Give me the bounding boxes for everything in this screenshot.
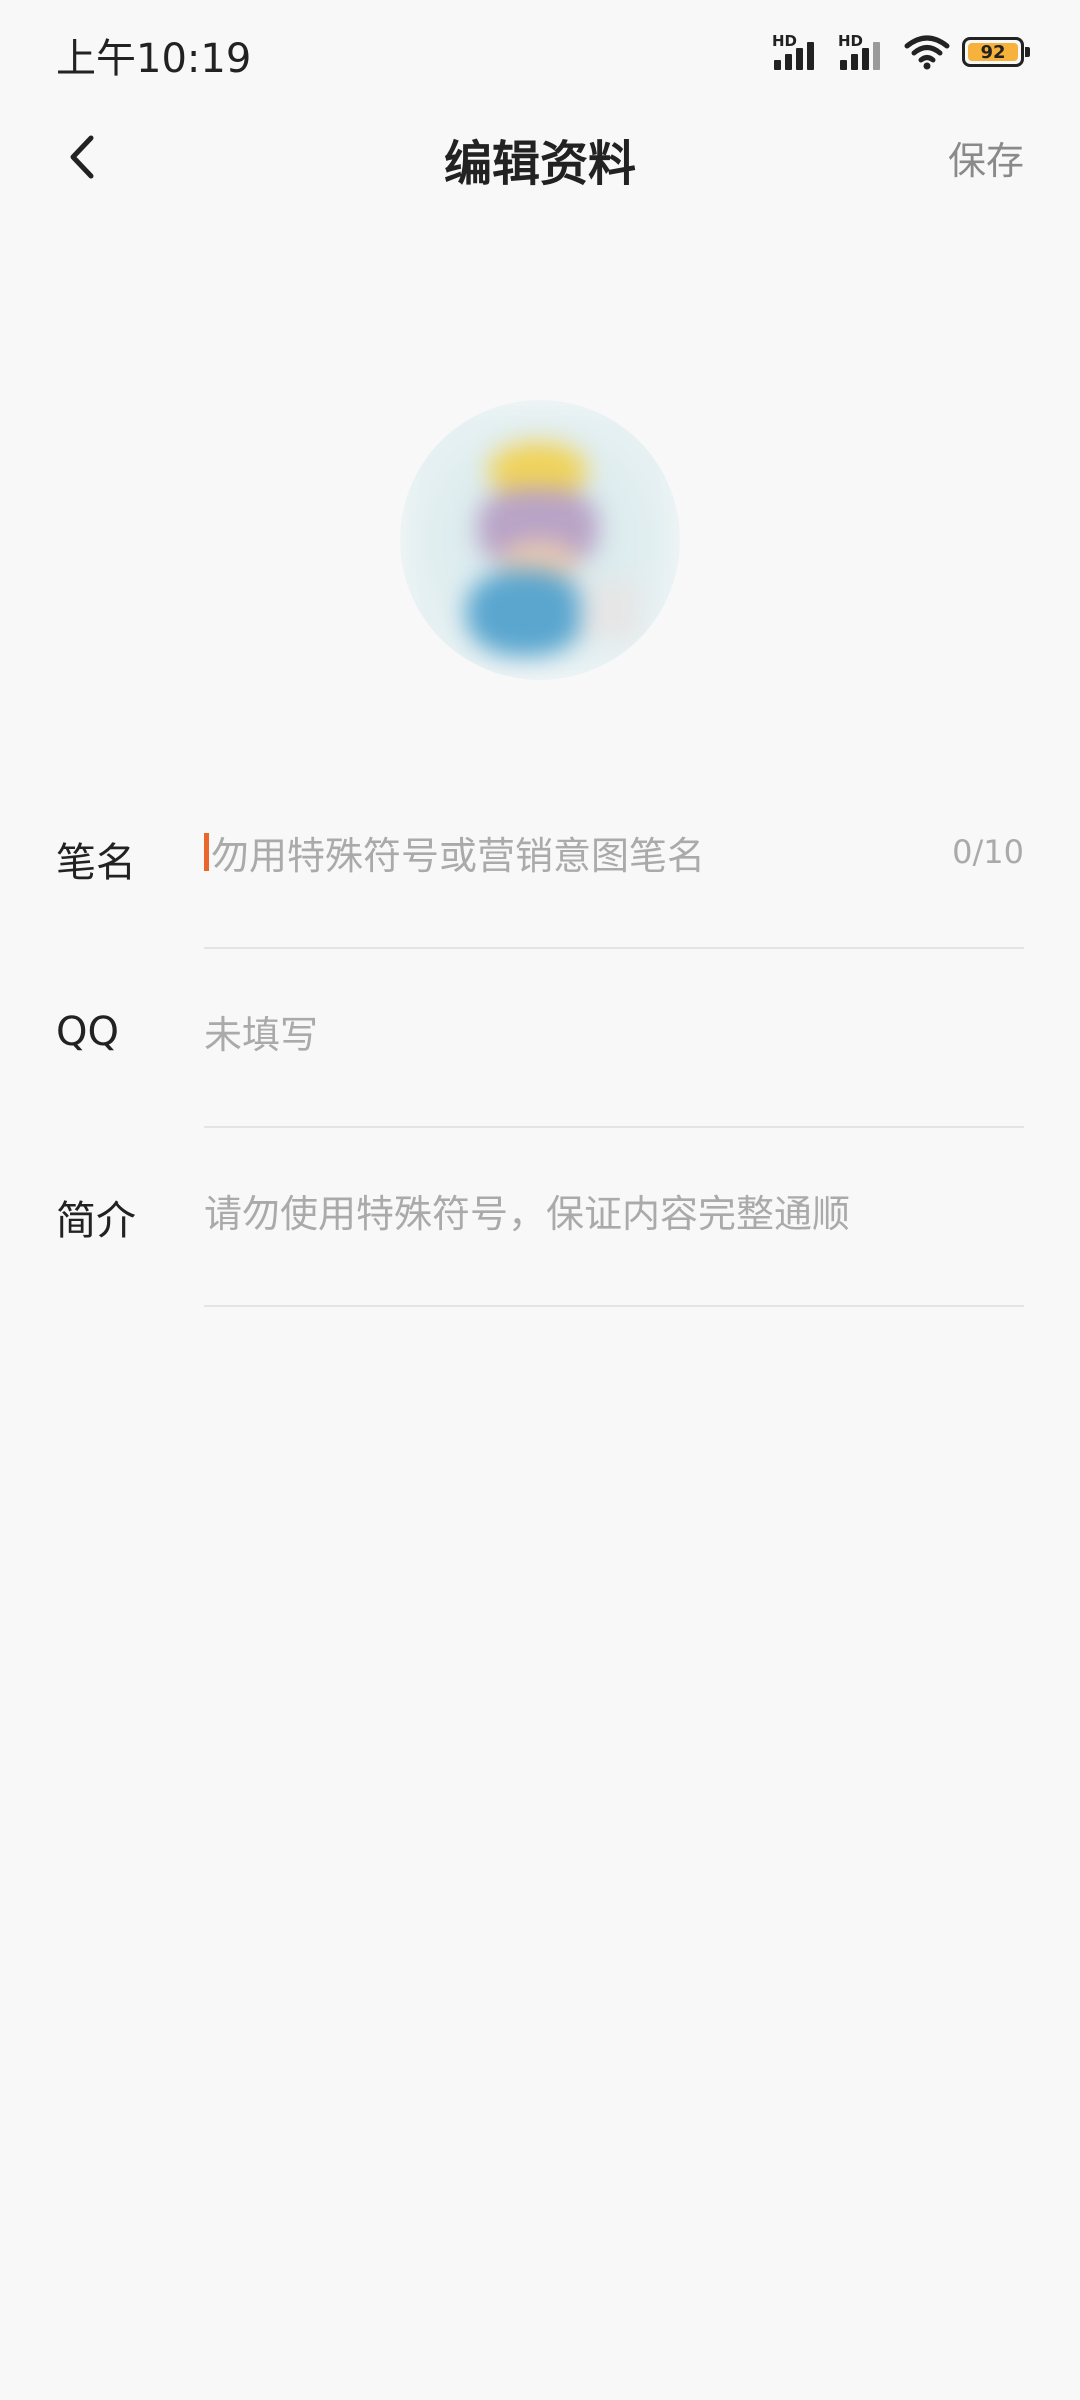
qq-input[interactable]: 未填写	[204, 999, 1024, 1063]
cellular-signal-icon: HD	[838, 32, 892, 72]
intro-placeholder: 请勿使用特殊符号，保证内容完整通顺	[204, 1191, 851, 1236]
avatar[interactable]	[400, 400, 680, 680]
intro-input[interactable]: 请勿使用特殊符号，保证内容完整通顺	[204, 1178, 1024, 1242]
text-cursor	[204, 833, 209, 871]
qq-placeholder: 未填写	[204, 1012, 319, 1057]
intro-label: 简介	[56, 1198, 136, 1244]
pen-name-input[interactable]: 勿用特殊符号或营销意图笔名 0/10	[204, 820, 1024, 884]
pen-name-placeholder: 勿用特殊符号或营销意图笔名	[211, 833, 706, 878]
intro-row: 简介 请勿使用特殊符号，保证内容完整通顺	[0, 1128, 1080, 1307]
avatar-image	[400, 400, 680, 680]
qq-row: QQ 未填写	[0, 949, 1080, 1128]
page-title: 编辑资料	[443, 136, 636, 192]
status-time: 上午10:19	[56, 36, 252, 82]
status-icons: HD HD 92	[772, 30, 1030, 74]
divider	[204, 1305, 1024, 1307]
status-bar: 上午10:19 HD HD 92	[0, 0, 1080, 100]
pen-name-counter: 0/10	[952, 833, 1024, 871]
pen-name-row: 笔名 勿用特殊符号或营销意图笔名 0/10	[0, 770, 1080, 949]
save-button[interactable]: 保存	[948, 130, 1024, 185]
cellular-signal-icon: HD	[772, 32, 826, 72]
profile-form: 笔名 勿用特殊符号或营销意图笔名 0/10 QQ 未填写 简介 请勿使用特殊符号…	[0, 770, 1080, 1307]
pen-name-label: 笔名	[56, 840, 136, 886]
battery-icon: 92	[962, 37, 1030, 67]
nav-bar: 编辑资料 保存	[0, 100, 1080, 210]
battery-level: 92	[968, 42, 1018, 63]
wifi-icon	[904, 35, 950, 70]
qq-label: QQ	[56, 1009, 119, 1055]
